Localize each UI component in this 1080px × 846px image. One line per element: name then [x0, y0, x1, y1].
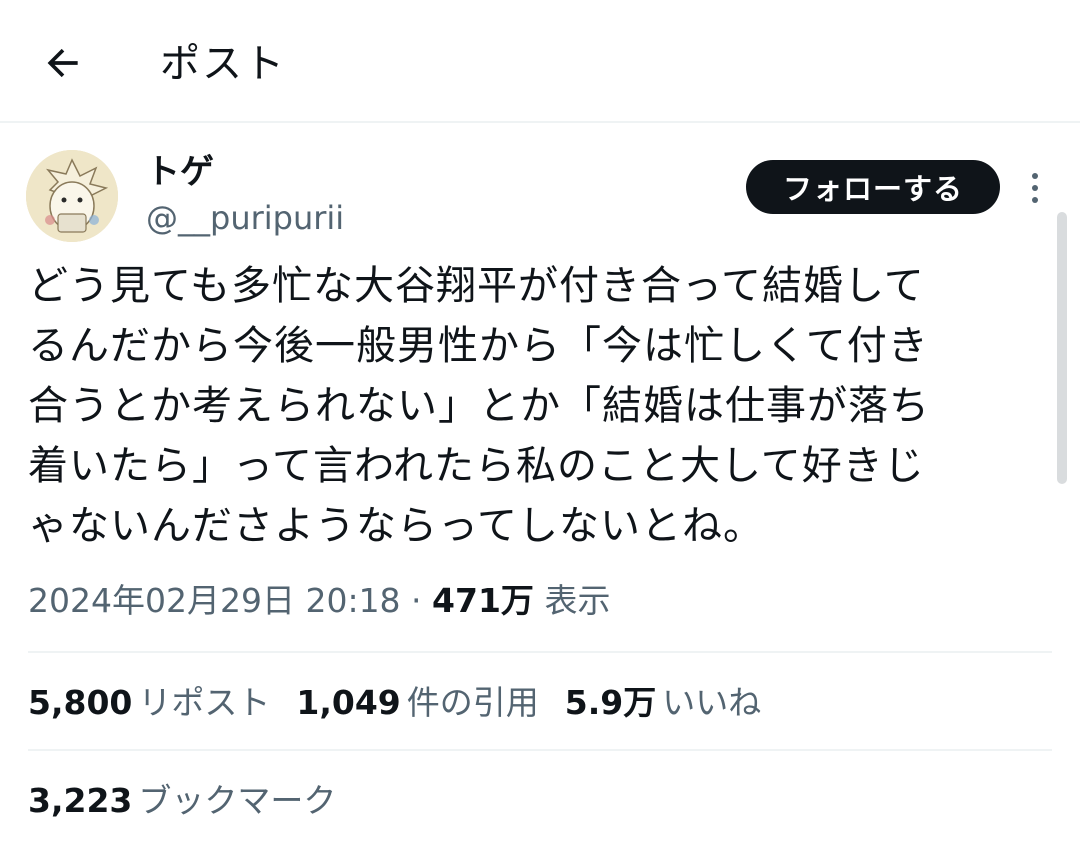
- back-button[interactable]: [38, 38, 88, 88]
- tweet-text-line: ゃないんださようならってしないとね。: [28, 503, 764, 549]
- meta-separator: ·: [400, 581, 433, 620]
- quotes-stat[interactable]: 1,049 件の引用: [296, 680, 538, 726]
- more-options-button[interactable]: [1020, 168, 1050, 208]
- tweet-text-line: 合うとか考えられない」とか「結婚は仕事が落ち: [28, 383, 930, 429]
- tweet-text-line: るんだから今後一般男性から「今は忙しくて付き: [28, 323, 929, 369]
- avatar-image: [26, 150, 118, 242]
- avatar[interactable]: [26, 150, 118, 242]
- bookmark-stats: 3,223 ブックマーク: [28, 778, 362, 824]
- likes-label: いいね: [662, 683, 762, 722]
- quotes-count: 1,049: [296, 683, 401, 722]
- arrow-left-icon: [47, 48, 78, 78]
- views-count: 471万: [432, 581, 534, 620]
- page-title: ポスト: [160, 41, 286, 87]
- author-display-name[interactable]: トゲ: [146, 150, 214, 194]
- tweet-text: どう見ても多忙な大谷翔平が付き合って結婚して るんだから今後一般男性から「今は忙…: [28, 256, 1028, 556]
- scrollbar[interactable]: [1057, 212, 1067, 484]
- divider: [28, 749, 1052, 751]
- quotes-label: 件の引用: [406, 683, 539, 722]
- tweet-text-line: 着いたら」って言われたら私のこと大して好きじ: [28, 443, 925, 489]
- more-vertical-icon-dot: [1032, 185, 1038, 191]
- tweet-text-line: どう見ても多忙な大谷翔平が付き合って結婚して: [28, 263, 925, 309]
- bookmarks-count: 3,223: [28, 781, 133, 820]
- timestamp[interactable]: 2024年02月29日 20:18: [28, 581, 401, 620]
- reposts-stat[interactable]: 5,800 リポスト: [28, 680, 270, 726]
- top-bar: ポスト: [0, 0, 1080, 123]
- divider: [28, 651, 1052, 653]
- reposts-label: リポスト: [138, 683, 271, 722]
- more-vertical-icon-dot: [1032, 197, 1038, 203]
- reposts-count: 5,800: [28, 683, 133, 722]
- bookmarks-label: ブックマーク: [138, 781, 337, 820]
- likes-stat[interactable]: 5.9万 いいね: [565, 680, 761, 726]
- more-vertical-icon: [1032, 173, 1038, 179]
- views-label: 表示: [544, 581, 611, 620]
- likes-count: 5.9万: [564, 683, 657, 722]
- bookmarks-stat[interactable]: 3,223 ブックマーク: [28, 778, 336, 824]
- engagement-stats: 5,800 リポスト 1,049 件の引用 5.9万 いいね: [28, 680, 787, 726]
- author-handle[interactable]: @__puripurii: [146, 197, 344, 239]
- tweet-meta: 2024年02月29日 20:18 · 471万 表示: [28, 578, 610, 624]
- follow-button[interactable]: フォローする: [746, 160, 1000, 214]
